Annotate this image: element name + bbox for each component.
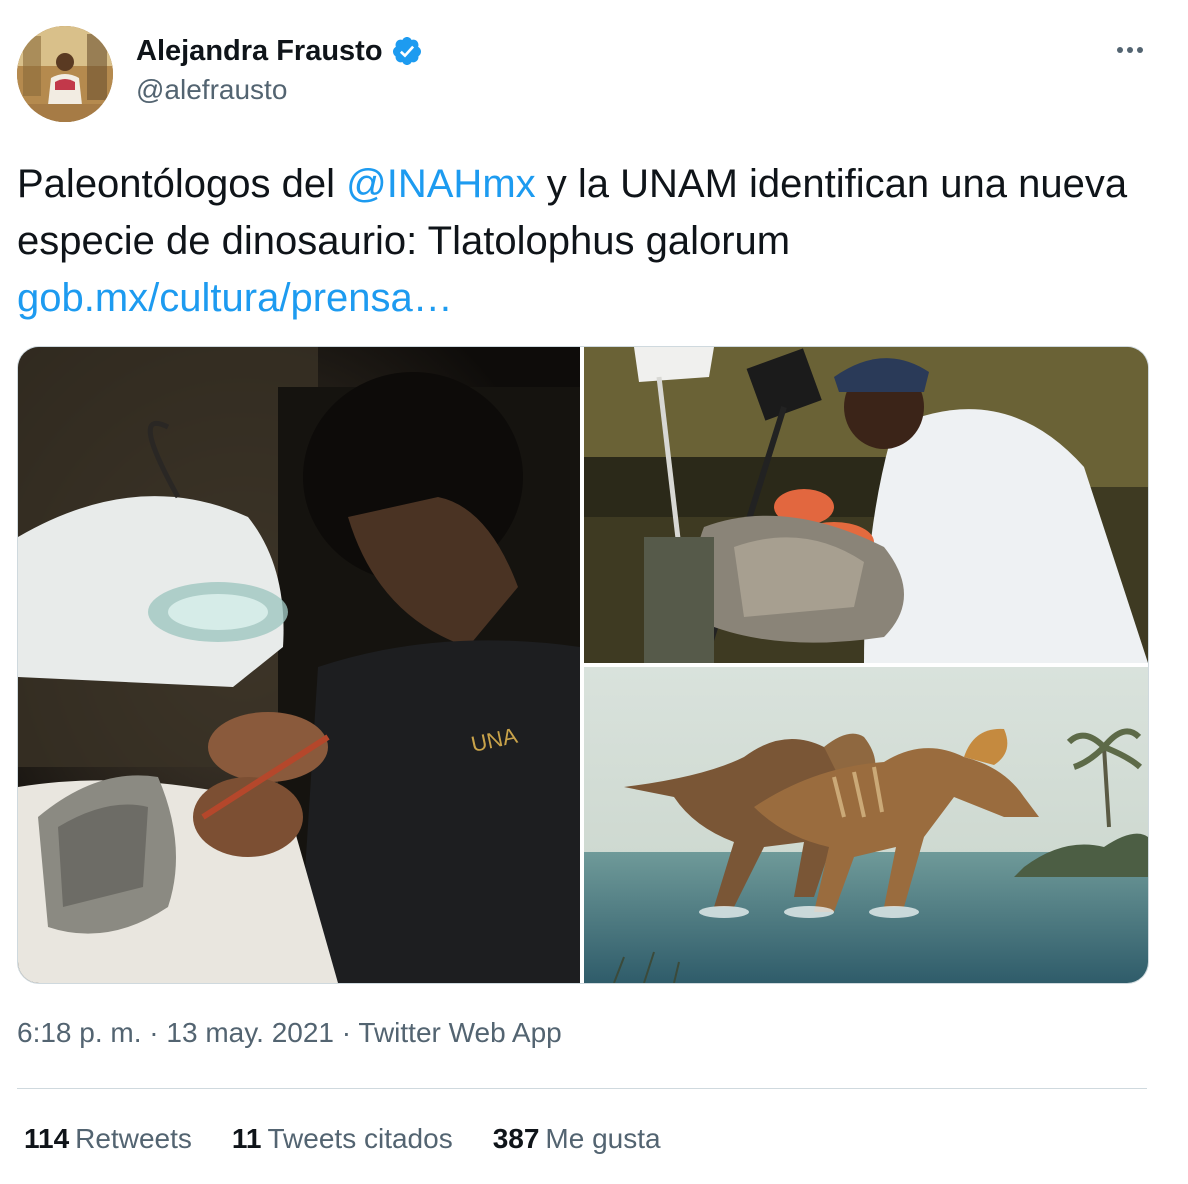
tweet-text-start: Paleontólogos del [17,162,347,206]
photo-paleontologist-magnifier-lamp[interactable]: UNA [18,347,580,983]
tweet-date[interactable]: 13 may. 2021 [166,1017,334,1048]
tweet-source[interactable]: Twitter Web App [358,1017,561,1048]
tweet-stats: 114 Retweets 11 Tweets citados 387 Me gusta [24,1123,701,1155]
retweets-stat[interactable]: 114 Retweets [24,1123,192,1155]
meta-separator: · [141,1017,167,1048]
avatar[interactable] [17,26,113,122]
more-options-icon[interactable] [1110,34,1150,66]
tweet-time[interactable]: 6:18 p. m. [17,1017,142,1048]
quotes-stat[interactable]: 11 Tweets citados [232,1123,453,1155]
display-name[interactable]: Alejandra Frausto [136,35,383,68]
tweet: Alejandra Frausto @alefrausto Paleontólo… [0,0,1188,1184]
url-link[interactable]: gob.mx/cultura/prensa… [17,276,453,320]
likes-label: Me gusta [545,1123,661,1154]
media-grid: UNA [17,346,1149,984]
more-dot [1137,47,1143,53]
illustration-tlatolophus-dinosaurs[interactable] [584,667,1148,983]
retweets-label: Retweets [75,1123,192,1154]
quotes-count: 11 [231,1123,262,1154]
verified-badge-icon [391,35,423,67]
tweet-meta: 6:18 p. m. · 13 may. 2021 · Twitter Web … [17,1017,562,1049]
divider [17,1088,1147,1089]
mention-link[interactable]: @INAHmx [346,162,536,206]
name-row: Alejandra Frausto [136,32,423,70]
avatar-photo [17,26,113,122]
likes-stat[interactable]: 387 Me gusta [493,1123,661,1155]
quotes-label: Tweets citados [267,1123,453,1154]
more-dot [1127,47,1133,53]
retweets-count: 114 [24,1123,70,1154]
meta-separator: · [334,1017,359,1048]
more-dot [1117,47,1123,53]
photo-paleontologist-fossil-lab[interactable] [584,347,1148,663]
tweet-text: Paleontólogos del @INAHmx y la UNAM iden… [17,156,1167,327]
likes-count: 387 [492,1123,540,1154]
handle[interactable]: @alefrausto [136,74,287,106]
